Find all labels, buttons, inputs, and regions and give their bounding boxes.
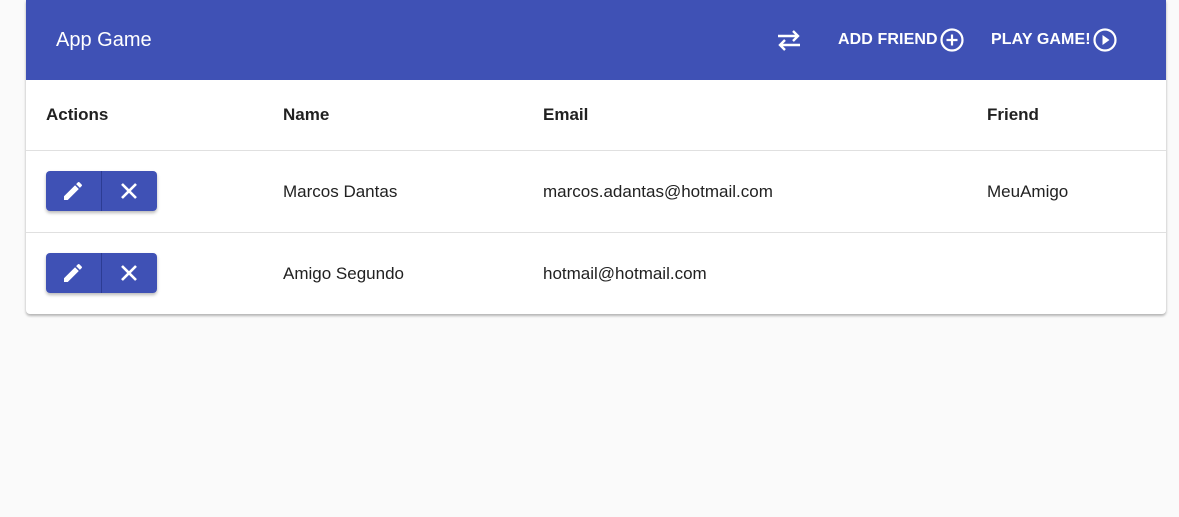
edit-button[interactable] bbox=[46, 253, 101, 293]
cell-email: hotmail@hotmail.com bbox=[543, 264, 707, 283]
edit-icon bbox=[64, 181, 83, 200]
cell-name: Marcos Dantas bbox=[283, 181, 398, 201]
delete-button[interactable] bbox=[100, 171, 157, 211]
cell-name: Amigo Segundo bbox=[283, 264, 404, 283]
column-header-friend: Friend bbox=[987, 105, 1039, 124]
close-icon bbox=[121, 265, 138, 281]
column-header-name: Name bbox=[283, 105, 330, 124]
table-row: Amigo Segundo hotmail@hotmail.com bbox=[26, 233, 1166, 314]
delete-button[interactable] bbox=[100, 253, 157, 293]
cell-friend: MeuAmigo bbox=[987, 181, 1069, 201]
add-friend-button[interactable]: ADD FRIEND bbox=[838, 26, 965, 54]
swap-horizontal-icon bbox=[778, 30, 800, 51]
play-circle-outline-icon bbox=[1093, 28, 1117, 52]
column-header-actions: Actions bbox=[46, 105, 109, 124]
swap-button[interactable] bbox=[770, 24, 808, 56]
app-title: App Game bbox=[56, 29, 152, 51]
column-header-email: Email bbox=[543, 105, 589, 124]
table-row: Marcos Dantas marcos.adantas@hotmail.com… bbox=[26, 151, 1166, 233]
edit-icon bbox=[64, 263, 83, 282]
play-game-label: PLAY GAME! bbox=[991, 31, 1091, 48]
row-actions bbox=[46, 253, 157, 293]
friends-table: Actions Name Email Friend Marcos Dantas bbox=[26, 80, 1166, 314]
play-game-button[interactable]: PLAY GAME! bbox=[991, 26, 1118, 54]
edit-button[interactable] bbox=[46, 171, 101, 211]
friends-card: App Game ADD FRIEND PLAY GAME! Actions N… bbox=[26, 0, 1166, 314]
add-friend-label: ADD FRIEND bbox=[838, 31, 938, 48]
table-header-row: Actions Name Email Friend bbox=[26, 80, 1166, 151]
close-icon bbox=[121, 183, 138, 199]
row-actions bbox=[46, 171, 157, 211]
app-toolbar: App Game ADD FRIEND PLAY GAME! bbox=[26, 0, 1166, 80]
add-circle-outline-icon bbox=[940, 28, 964, 52]
cell-email: marcos.adantas@hotmail.com bbox=[543, 181, 773, 201]
